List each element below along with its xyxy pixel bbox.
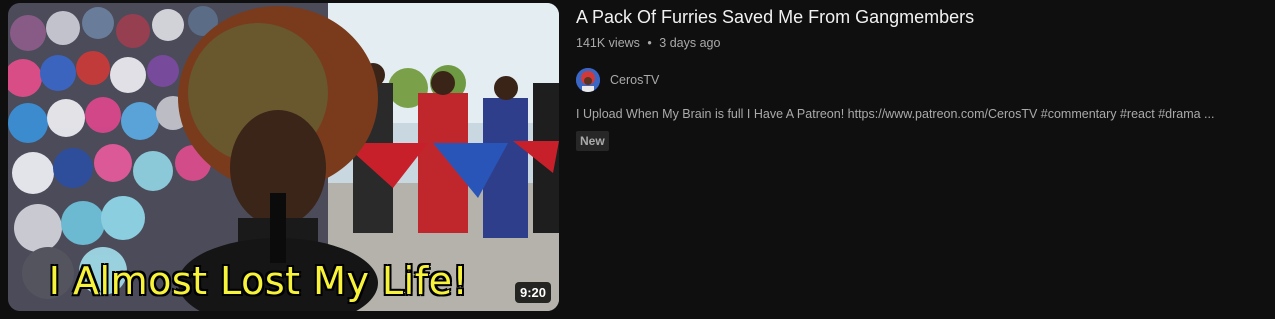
meta-separator: •	[647, 36, 652, 50]
channel-name[interactable]: CerosTV	[610, 73, 659, 87]
video-title[interactable]: A Pack Of Furries Saved Me From Gangmemb…	[576, 4, 1259, 30]
channel-avatar[interactable]	[576, 68, 600, 92]
thumbnail-caption: I Almost Lost My Life!	[48, 258, 469, 304]
video-info: A Pack Of Furries Saved Me From Gangmemb…	[576, 4, 1259, 151]
video-thumbnail[interactable]: I Almost Lost My Life! 9:20	[8, 3, 559, 311]
view-count: 141K views	[576, 36, 640, 50]
upload-age: 3 days ago	[659, 36, 721, 50]
video-metadata: 141K views • 3 days ago	[576, 34, 1259, 52]
channel-link[interactable]: CerosTV	[576, 68, 1259, 92]
new-badge: New	[576, 131, 609, 151]
video-description: I Upload When My Brain is full I Have A …	[576, 107, 1215, 121]
duration-badge: 9:20	[514, 282, 551, 303]
video-result-row: I Almost Lost My Life! 9:20 A Pack Of Fu…	[0, 0, 1275, 319]
avatar-image	[576, 68, 600, 92]
